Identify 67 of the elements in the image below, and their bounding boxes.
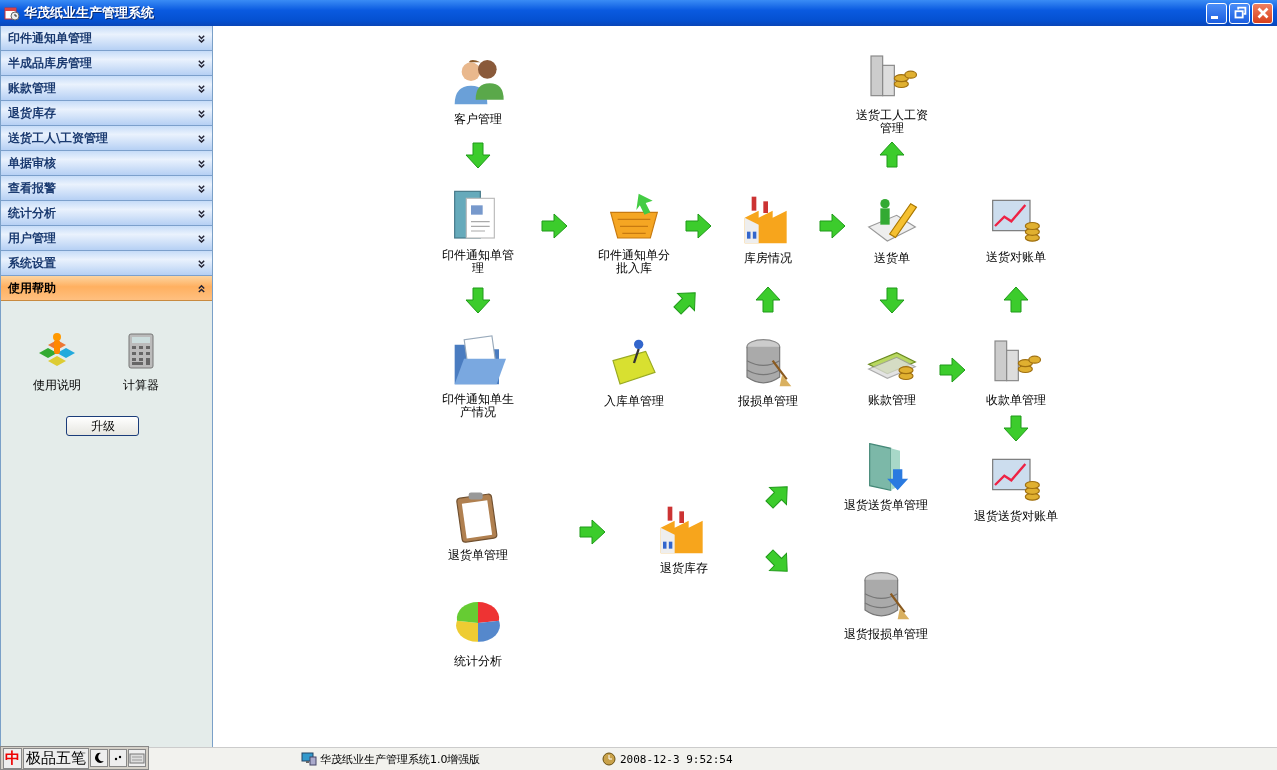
sidebar-item-label: 系统设置 <box>8 254 56 272</box>
sidebar-item[interactable]: 送货工人\工资管理 <box>1 126 212 151</box>
expand-chevron-icon <box>197 157 206 169</box>
node-label[interactable]: 送货工人工资管理 <box>854 109 930 135</box>
moon-icon[interactable] <box>90 749 108 767</box>
sidebar-item-label: 使用帮助 <box>8 279 56 297</box>
sidebar-item[interactable]: 使用帮助 <box>1 276 212 301</box>
node-label[interactable]: 退货报损单管理 <box>844 628 928 641</box>
sidebar-item-label: 送货工人\工资管理 <box>8 129 109 147</box>
window-title: 华茂纸业生产管理系统 <box>24 4 155 22</box>
sidebar-item-label: 查看报警 <box>8 179 56 197</box>
expand-chevron-icon <box>197 57 206 69</box>
sidebar-item[interactable]: 系统设置 <box>1 251 212 276</box>
node-label[interactable]: 账款管理 <box>868 394 916 407</box>
computer-icon <box>301 751 317 767</box>
ime-name[interactable]: 极品五笔 <box>23 747 89 769</box>
sidebar-item[interactable]: 查看报警 <box>1 176 212 201</box>
sidebar-item[interactable]: 账款管理 <box>1 76 212 101</box>
upgrade-button[interactable]: 升级 <box>66 416 139 436</box>
ime-logo[interactable]: 中 <box>3 747 22 769</box>
node-label[interactable]: 送货单 <box>874 252 910 265</box>
app-version-text: 华茂纸业生产管理系统1.0增强版 <box>320 751 481 767</box>
minimize-button[interactable] <box>1206 2 1227 24</box>
sidebar-item[interactable]: 用户管理 <box>1 226 212 251</box>
punctuation-icon[interactable] <box>109 749 127 767</box>
expand-chevron-icon <box>197 182 206 194</box>
minimize-icon <box>1210 15 1218 19</box>
node-label[interactable]: 印件通知单生产情况 <box>440 393 516 419</box>
node-label[interactable]: 退货库存 <box>660 562 708 575</box>
node-label[interactable]: 统计分析 <box>454 655 502 668</box>
sidebar-item[interactable]: 退货库存 <box>1 101 212 126</box>
expand-chevron-icon <box>197 32 206 44</box>
tool-label[interactable]: 使用说明 <box>33 377 81 394</box>
sidebar-item[interactable]: 印件通知单管理 <box>1 26 212 51</box>
sidebar-item[interactable]: 统计分析 <box>1 201 212 226</box>
expand-chevron-icon <box>197 257 206 269</box>
sidebar-item-label: 退货库存 <box>8 104 56 122</box>
sidebar-item-label: 统计分析 <box>8 204 56 222</box>
expand-chevron-icon <box>197 232 206 244</box>
node-label[interactable]: 入库单管理 <box>604 395 664 408</box>
expand-chevron-icon <box>197 82 206 94</box>
sidebar-item-label: 单据审核 <box>8 154 56 172</box>
close-button[interactable] <box>1252 2 1273 24</box>
restore-button[interactable] <box>1229 2 1250 24</box>
datetime-text: 2008-12-3 9:52:54 <box>620 752 733 766</box>
expand-chevron-icon <box>197 132 206 144</box>
sidebar-item-label: 用户管理 <box>8 229 56 247</box>
node-label[interactable]: 印件通知单管理 <box>440 249 516 275</box>
node-label[interactable]: 退货单管理 <box>448 549 508 562</box>
calendar-clock-icon <box>4 5 20 21</box>
collapse-chevron-icon <box>197 282 206 294</box>
node-label[interactable]: 印件通知单分批入库 <box>596 249 672 275</box>
sidebar-item-label: 印件通知单管理 <box>8 29 92 47</box>
node-label[interactable]: 库房情况 <box>744 252 792 265</box>
sidebar-item[interactable]: 半成品库房管理 <box>1 51 212 76</box>
expand-chevron-icon <box>197 107 206 119</box>
node-label[interactable]: 客户管理 <box>454 113 502 126</box>
sidebar-item[interactable]: 单据审核 <box>1 151 212 176</box>
node-label[interactable]: 送货对账单 <box>986 251 1046 264</box>
sidebar-item-label: 账款管理 <box>8 79 56 97</box>
node-label[interactable]: 退货送货对账单 <box>974 510 1058 523</box>
tool-label[interactable]: 计算器 <box>123 377 159 394</box>
node-label[interactable]: 收款单管理 <box>986 394 1046 407</box>
node-label[interactable]: 报损单管理 <box>738 395 798 408</box>
expand-chevron-icon <box>197 207 206 219</box>
sidebar-item-label: 半成品库房管理 <box>8 54 92 72</box>
node-label[interactable]: 退货送货单管理 <box>844 499 928 512</box>
